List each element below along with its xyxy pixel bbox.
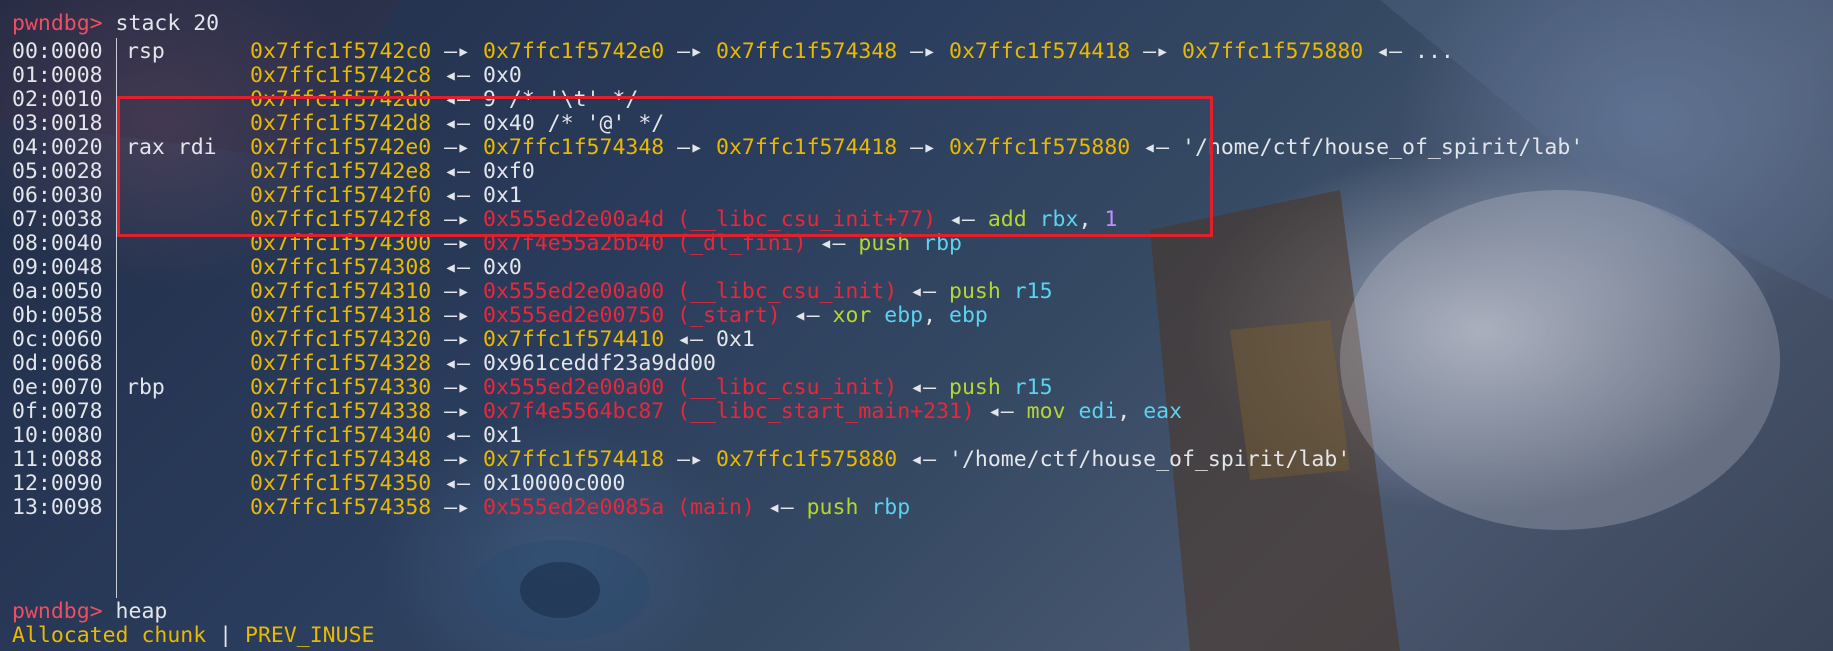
value-text: ◂— — [897, 375, 949, 400]
value-text: —▸ — [897, 39, 949, 64]
value-text: ◂— 0x1 — [664, 327, 755, 352]
address: 0x7ffc1f574320 — [250, 327, 432, 352]
value-text: —▸ — [431, 399, 483, 424]
address: 0x7ffc1f574310 — [250, 279, 432, 304]
heap-status-line: Allocated chunk | PREV_INUSE — [12, 622, 374, 650]
address: 0x7ffc1f574308 — [250, 255, 432, 280]
value-text: , — [1117, 399, 1144, 424]
symbol: 0x555ed2e00750 (_start) — [483, 303, 781, 328]
prompt: pwndbg> — [12, 599, 103, 624]
address: 0x7ffc1f574358 — [250, 495, 432, 520]
register: eax — [1143, 399, 1183, 424]
value-text: —▸ — [664, 39, 716, 64]
mnemonic: mov — [1026, 399, 1079, 424]
stack-offset: 01:0008 — [12, 63, 103, 88]
stack-offset: 11:0088 — [12, 447, 103, 472]
mnemonic: xor — [832, 303, 885, 328]
stack-offset: 06:0030 — [12, 183, 103, 208]
value-text: —▸ — [431, 39, 483, 64]
prompt-line-stack: pwndbg> stack 20 — [12, 10, 219, 38]
address: 0x7ffc1f574330 — [250, 375, 432, 400]
symbol: 0x555ed2e00a00 (__libc_csu_init) — [483, 279, 898, 304]
address: 0x7ffc1f5742e0 — [483, 39, 665, 64]
value-text: ◂— '/home/ctf/house_of_spirit/lab' — [897, 447, 1351, 472]
address: 0x7ffc1f574350 — [250, 471, 432, 496]
register: r15 — [1013, 279, 1053, 304]
value-text: ◂— — [754, 495, 807, 520]
stack-offset: 0b:0058 — [12, 303, 103, 328]
stack-offset: 12:0090 — [12, 471, 103, 496]
stack-offset: 08:0040 — [12, 231, 103, 256]
stack-offset: 07:0038 — [12, 207, 103, 232]
register-label: rsp — [126, 39, 165, 64]
value-text: —▸ — [664, 447, 716, 472]
address: 0x7ffc1f574348 — [716, 39, 898, 64]
symbol: 0x555ed2e00a00 (__libc_csu_init) — [483, 375, 898, 400]
stack-offset: 0e:0070 — [12, 375, 103, 400]
address: 0x7ffc1f574340 — [250, 423, 432, 448]
prompt: pwndbg> — [12, 11, 103, 36]
value-text: ◂— 0x0 — [431, 255, 522, 280]
stack-offset: 0f:0078 — [12, 399, 103, 424]
mnemonic: push — [949, 375, 1014, 400]
value-text: —▸ — [431, 279, 483, 304]
address: 0x7ffc1f575880 — [716, 447, 898, 472]
address: 0x7ffc1f574418 — [483, 447, 665, 472]
value-text: ◂— ... — [1363, 39, 1454, 64]
stack-offset: 0a:0050 — [12, 279, 103, 304]
stack-offset: 0d:0068 — [12, 351, 103, 376]
value-text: —▸ — [431, 447, 483, 472]
register: ebp — [884, 303, 924, 328]
stack-offset: 10:0080 — [12, 423, 103, 448]
value-text: ◂— 0x961ceddf23a9dd00 — [431, 351, 716, 376]
stack-offset: 02:0010 — [12, 87, 103, 112]
mnemonic: push — [806, 495, 872, 520]
stack-row: 13:0098 0x7ffc1f574358 —▸ 0x555ed2e0085a … — [12, 494, 910, 522]
address: 0x7ffc1f574318 — [250, 303, 432, 328]
value-text: ◂— 0x0 — [431, 63, 522, 88]
stack-offset: 05:0028 — [12, 159, 103, 184]
value-text: , — [923, 303, 950, 328]
value-text: ◂— — [780, 303, 833, 328]
value-text: —▸ — [431, 327, 483, 352]
address: 0x7ffc1f574410 — [483, 327, 665, 352]
address: 0x7ffc1f5742c0 — [250, 39, 432, 64]
address: 0x7ffc1f574338 — [250, 399, 432, 424]
address: 0x7ffc1f574348 — [250, 447, 432, 472]
status-separator: | — [206, 623, 246, 648]
address: 0x7ffc1f5742c8 — [250, 63, 432, 88]
register: r15 — [1013, 375, 1053, 400]
register: rbp — [871, 495, 911, 520]
stack-offset: 0c:0060 — [12, 327, 103, 352]
value-text: —▸ — [1130, 39, 1182, 64]
highlight-box — [117, 96, 1213, 237]
address: 0x7ffc1f574418 — [949, 39, 1131, 64]
register-label: rbp — [126, 375, 165, 400]
stack-offset: 09:0048 — [12, 255, 103, 280]
address: 0x7ffc1f575880 — [1182, 39, 1364, 64]
terminal[interactable]: pwndbg> stack 20 00:0000 rsp 0x7ffc1f5742c… — [0, 0, 1833, 651]
value-text: ◂— 0x1 — [431, 423, 522, 448]
symbol: 0x7f4e5564bc87 (__libc_start_main+231) — [483, 399, 975, 424]
chunk-flag: PREV_INUSE — [245, 623, 375, 648]
command: stack 20 — [102, 11, 220, 36]
stack-value: 0x7ffc1f574358 —▸ 0x555ed2e0085a (main) … — [250, 494, 910, 522]
command: heap — [102, 599, 168, 624]
value-text: —▸ — [431, 495, 483, 520]
value-text: ◂— — [897, 279, 949, 304]
value-text: ◂— 0x10000c000 — [431, 471, 626, 496]
mnemonic: push — [949, 279, 1014, 304]
value-text: ◂— — [974, 399, 1027, 424]
value-text: —▸ — [431, 375, 483, 400]
value-text: —▸ — [431, 303, 483, 328]
stack-offset: 00:0000 — [12, 39, 103, 64]
address: 0x7ffc1f574328 — [250, 351, 432, 376]
register: ebp — [949, 303, 988, 328]
register: edi — [1078, 399, 1118, 424]
symbol: 0x555ed2e0085a (main) — [483, 495, 755, 520]
stack-offset: 13:0098 — [12, 495, 103, 520]
chunk-status: Allocated chunk — [12, 623, 207, 648]
stack-offset: 03:0018 — [12, 111, 103, 136]
stack-offset: 04:0020 — [12, 135, 103, 160]
